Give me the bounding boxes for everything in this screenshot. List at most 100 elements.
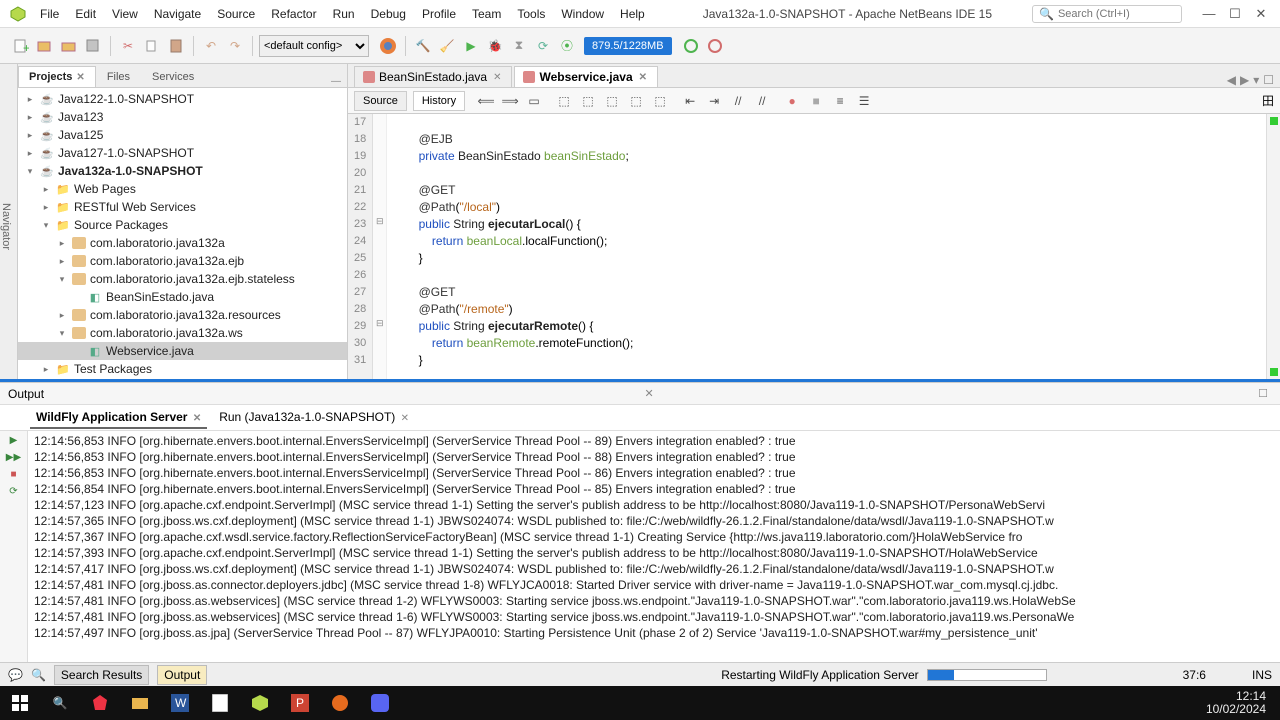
firefox-taskbar-icon[interactable] (326, 689, 354, 717)
tree-item[interactable]: ▸com.laboratorio.java132a.ejb (18, 252, 347, 270)
panel-tab-projects[interactable]: Projects✕ (18, 66, 96, 87)
panel-minimize-icon[interactable]: — (331, 76, 341, 87)
gc-button-1[interactable] (680, 35, 702, 57)
brave-icon[interactable] (86, 689, 114, 717)
build-button[interactable]: 🔨 (412, 35, 434, 57)
tab-prev-button[interactable]: ◀ (1227, 73, 1236, 87)
prev-bm-icon[interactable]: ⬚ (627, 92, 645, 110)
rerun-all-icon[interactable]: ▶▶ (6, 452, 21, 463)
config-select[interactable]: <default config> (259, 35, 369, 57)
tree-caret-icon[interactable]: ▸ (56, 256, 68, 267)
find-next-icon[interactable]: ⬚ (579, 92, 597, 110)
menu-tools[interactable]: Tools (509, 3, 553, 25)
tree-caret-icon[interactable]: ▸ (40, 184, 52, 195)
output-tab[interactable]: WildFly Application Server ✕ (30, 407, 207, 429)
tree-item[interactable]: ▸☕Java123 (18, 108, 347, 126)
tree-caret-icon[interactable]: ▸ (40, 364, 52, 375)
record-macro-icon[interactable]: ● (783, 92, 801, 110)
tree-item[interactable]: ▸com.laboratorio.java132a (18, 234, 347, 252)
notepad-icon[interactable] (206, 689, 234, 717)
uncomment-icon[interactable]: // (753, 92, 771, 110)
menu-team[interactable]: Team (464, 3, 509, 25)
shift-left-icon[interactable]: ⇤ (681, 92, 699, 110)
tree-item[interactable]: ◧Webservice.java (18, 342, 347, 360)
output-log[interactable]: 12:14:56,853 INFO [org.hibernate.envers.… (28, 431, 1280, 662)
fold-column[interactable]: ⊟⊟ (373, 114, 387, 379)
tree-caret-icon[interactable]: ▸ (24, 148, 36, 159)
tab-close-icon[interactable]: ✕ (491, 72, 503, 83)
navigator-rail[interactable]: Navigator (0, 64, 18, 379)
explorer-icon[interactable] (126, 689, 154, 717)
menu-edit[interactable]: Edit (67, 3, 104, 25)
search-taskbar-icon[interactable]: 🔍 (46, 689, 74, 717)
global-search[interactable]: 🔍 (1032, 5, 1182, 23)
paste-button[interactable] (165, 35, 187, 57)
system-clock[interactable]: 12:14 10/02/2024 (1206, 690, 1274, 716)
editor-tab[interactable]: Webservice.java✕ (514, 66, 658, 87)
tree-item[interactable]: ▸com.laboratorio.java132a.resources (18, 306, 347, 324)
out-refresh-icon[interactable]: ⟳ (9, 486, 17, 497)
shift-right-icon[interactable]: ⇥ (705, 92, 723, 110)
tree-caret-icon[interactable]: ▸ (24, 112, 36, 123)
tab-close-icon[interactable]: ✕ (637, 72, 649, 83)
open-project-button[interactable] (58, 35, 80, 57)
tree-item[interactable]: ▾com.laboratorio.java132a.ejb.stateless (18, 270, 347, 288)
menu-file[interactable]: File (32, 3, 67, 25)
menu-navigate[interactable]: Navigate (146, 3, 209, 25)
tree-caret-icon[interactable]: ▸ (40, 202, 52, 213)
minimize-button[interactable]: — (1202, 6, 1216, 22)
panel-tab-services[interactable]: Services (141, 66, 205, 87)
tree-caret-icon[interactable]: ▸ (24, 130, 36, 141)
tree-item[interactable]: ▾☕Java132a-1.0-SNAPSHOT (18, 162, 347, 180)
toggle-hl-icon[interactable]: ⬚ (603, 92, 621, 110)
editor-tab[interactable]: BeanSinEstado.java✕ (354, 66, 512, 87)
search-results-icon[interactable]: 🔍 (31, 668, 46, 682)
format-icon[interactable]: ≡ (831, 92, 849, 110)
new-project-button[interactable] (34, 35, 56, 57)
tab-close-icon[interactable]: ✕ (401, 413, 409, 424)
nav-fwd-icon[interactable]: ⟹ (501, 92, 519, 110)
rerun-icon[interactable]: ▶ (10, 435, 18, 446)
output-max-icon[interactable]: ☐ (1254, 387, 1272, 400)
tree-item[interactable]: ▾com.laboratorio.java132a.ws (18, 324, 347, 342)
powerpoint-icon[interactable]: P (286, 689, 314, 717)
panel-tab-files[interactable]: Files (96, 66, 141, 87)
profile-button[interactable]: ⧗ (508, 35, 530, 57)
menu-source[interactable]: Source (209, 3, 263, 25)
stop-button[interactable]: ⦿ (556, 35, 578, 57)
tree-item[interactable]: ▸📁RESTful Web Services (18, 198, 347, 216)
find-prev-icon[interactable]: ⬚ (555, 92, 573, 110)
notifications-icon[interactable]: 💬 (8, 668, 23, 682)
tree-caret-icon[interactable]: ▸ (24, 94, 36, 105)
word-icon[interactable]: W (166, 689, 194, 717)
redo-button[interactable]: ↷ (224, 35, 246, 57)
output-button[interactable]: Output (157, 665, 207, 685)
outline-icon[interactable]: ☰ (855, 92, 873, 110)
out-stop-icon[interactable]: ■ (10, 469, 16, 480)
tree-caret-icon[interactable]: ▸ (56, 238, 68, 249)
code-editor[interactable]: @EJB private BeanSinEstado beanSinEstado… (387, 114, 1266, 379)
menu-debug[interactable]: Debug (363, 3, 414, 25)
tab-close-icon[interactable]: ✕ (193, 413, 201, 424)
menu-view[interactable]: View (104, 3, 146, 25)
output-close-icon[interactable]: ✕ (640, 387, 657, 400)
memory-indicator[interactable]: 879.5/1228MB (584, 37, 672, 55)
tree-item[interactable]: ▸☕Java125 (18, 126, 347, 144)
cut-button[interactable]: ✂ (117, 35, 139, 57)
history-mode-button[interactable]: History (413, 91, 465, 111)
comment-icon[interactable]: // (729, 92, 747, 110)
tab-next-button[interactable]: ▶ (1240, 73, 1249, 87)
split-icon[interactable]: 田 (1262, 92, 1274, 109)
firefox-icon[interactable] (377, 35, 399, 57)
tab-list-button[interactable]: ▾ (1253, 73, 1259, 87)
search-results-button[interactable]: Search Results (54, 665, 149, 685)
close-button[interactable]: ✕ (1254, 6, 1268, 22)
tree-caret-icon[interactable]: ▾ (56, 328, 68, 339)
undo-button[interactable]: ↶ (200, 35, 222, 57)
netbeans-taskbar-icon[interactable] (246, 689, 274, 717)
maximize-button[interactable]: ☐ (1228, 6, 1242, 22)
tree-item[interactable]: ▸☕Java127-1.0-SNAPSHOT (18, 144, 347, 162)
tree-caret-icon[interactable]: ▾ (40, 220, 52, 231)
output-tab[interactable]: Run (Java132a-1.0-SNAPSHOT) ✕ (213, 407, 415, 429)
menu-profile[interactable]: Profile (414, 3, 464, 25)
